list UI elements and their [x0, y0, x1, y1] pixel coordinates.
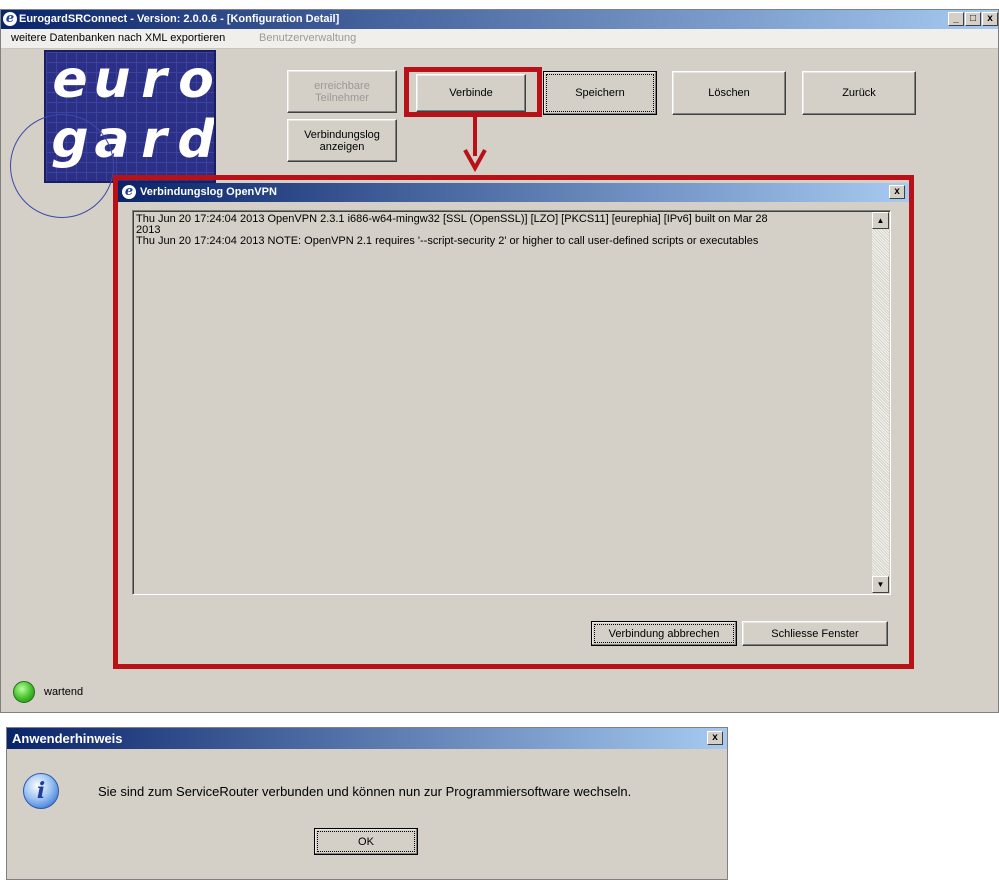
show-log-line1: Verbindungslog	[304, 128, 380, 141]
notice-message: Sie sind zum ServiceRouter verbunden und…	[98, 784, 632, 799]
status-led-icon	[13, 681, 35, 703]
delete-button-label: Löschen	[708, 87, 750, 99]
show-connection-log-button[interactable]: Verbindungslog anzeigen	[287, 119, 397, 162]
delete-button[interactable]: Löschen	[672, 71, 786, 115]
save-button[interactable]: Speichern	[543, 71, 657, 115]
window-controls: _ □ x	[947, 12, 998, 27]
info-icon: i	[23, 773, 59, 809]
maximize-icon[interactable]: □	[965, 12, 981, 26]
menu-item-export[interactable]: weitere Datenbanken nach XML exportieren	[11, 32, 225, 44]
back-button-label: Zurück	[842, 87, 876, 99]
menu-item-user-management[interactable]: Benutzerverwaltung	[259, 32, 356, 44]
show-log-line2: anzeigen	[319, 140, 365, 153]
reachable-button-line2: Teilnehmer	[315, 91, 369, 104]
app-icon: e	[3, 12, 17, 26]
minimize-icon[interactable]: _	[948, 12, 964, 26]
logo-letter: u	[93, 50, 131, 110]
notice-titlebar[interactable]: Anwenderhinweis x	[7, 728, 727, 749]
close-icon[interactable]: x	[707, 731, 723, 745]
connect-highlight-box	[404, 67, 542, 117]
logo-letter: o	[178, 50, 214, 110]
back-button[interactable]: Zurück	[802, 71, 916, 115]
menu-bar: weitere Datenbanken nach XML exportieren…	[1, 29, 998, 49]
logo-letter: r	[141, 50, 167, 110]
ok-button-label: OK	[358, 835, 374, 848]
notice-title: Anwenderhinweis	[12, 731, 123, 746]
main-window-title: EurogardSRConnect - Version: 2.0.0.6 - […	[19, 13, 340, 25]
main-titlebar[interactable]: e EurogardSRConnect - Version: 2.0.0.6 -…	[1, 10, 998, 29]
logo-letter: d	[177, 110, 215, 170]
save-button-label: Speichern	[575, 87, 625, 99]
close-icon[interactable]: x	[982, 12, 998, 26]
log-dialog-highlight-box	[113, 175, 914, 669]
reachable-participants-button[interactable]: erreichbare Teilnehmer	[287, 70, 397, 113]
logo-letter: e	[52, 50, 88, 110]
logo-letter: r	[141, 110, 167, 170]
arrow-down-icon	[463, 112, 487, 173]
status-text: wartend	[44, 686, 84, 698]
ok-button[interactable]: OK	[314, 828, 418, 855]
reachable-button-line1: erreichbare	[314, 79, 370, 92]
user-notice-dialog: Anwenderhinweis x i Sie sind zum Service…	[6, 727, 728, 880]
logo-circle	[10, 114, 114, 218]
